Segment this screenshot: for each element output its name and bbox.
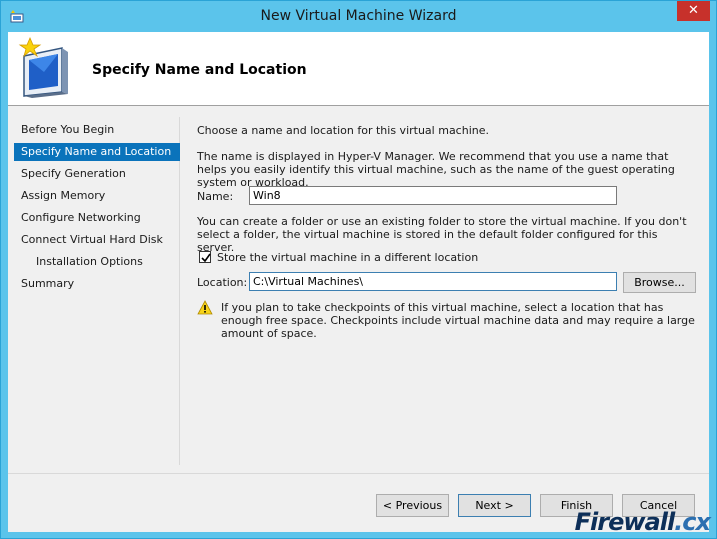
browse-button[interactable]: Browse... bbox=[623, 272, 696, 293]
intro-text: Choose a name and location for this virt… bbox=[197, 124, 489, 137]
location-label: Location: bbox=[197, 276, 248, 289]
checkmark-icon bbox=[201, 253, 211, 263]
name-input[interactable]: Win8 bbox=[249, 186, 617, 205]
virtual-machine-wizard-icon bbox=[18, 36, 68, 98]
wizard-window: New Virtual Machine Wizard ✕ Specify Nam… bbox=[0, 0, 717, 539]
store-location-checkbox[interactable] bbox=[199, 251, 211, 263]
nav-step-virtual-hard-disk[interactable]: Connect Virtual Hard Disk bbox=[14, 231, 180, 249]
wizard-client: Specify Name and Location Before You Beg… bbox=[8, 32, 709, 532]
wizard-header: Specify Name and Location bbox=[8, 32, 709, 106]
title-bar[interactable]: New Virtual Machine Wizard ✕ bbox=[1, 1, 716, 32]
name-label: Name: bbox=[197, 190, 234, 203]
location-input[interactable]: C:\Virtual Machines\ bbox=[249, 272, 617, 291]
nav-step-generation[interactable]: Specify Generation bbox=[14, 165, 180, 183]
close-button[interactable]: ✕ bbox=[677, 1, 710, 21]
page-title: Specify Name and Location bbox=[92, 62, 307, 78]
wizard-steps-nav: Before You Begin Specify Name and Locati… bbox=[14, 117, 180, 465]
nav-step-name-and-location[interactable]: Specify Name and Location bbox=[14, 143, 180, 161]
window-title: New Virtual Machine Wizard bbox=[260, 8, 457, 24]
nav-step-memory[interactable]: Assign Memory bbox=[14, 187, 180, 205]
store-location-label[interactable]: Store the virtual machine in a different… bbox=[217, 251, 478, 264]
name-description: The name is displayed in Hyper-V Manager… bbox=[197, 150, 675, 189]
folder-description: You can create a folder or use an existi… bbox=[197, 215, 687, 254]
nav-step-before-you-begin[interactable]: Before You Begin bbox=[14, 121, 180, 139]
firewall-cx-watermark: Firewall.cx bbox=[574, 508, 711, 536]
footer-separator bbox=[8, 473, 709, 474]
previous-button[interactable]: < Previous bbox=[376, 494, 449, 517]
nav-step-summary[interactable]: Summary bbox=[14, 275, 180, 293]
warning-icon bbox=[197, 300, 213, 315]
watermark-suffix: .cx bbox=[674, 508, 711, 536]
checkpoint-warning-text: If you plan to take checkpoints of this … bbox=[221, 301, 695, 340]
nav-step-networking[interactable]: Configure Networking bbox=[14, 209, 180, 227]
next-button[interactable]: Next > bbox=[458, 494, 531, 517]
watermark-main: Firewall bbox=[574, 508, 676, 536]
nav-step-installation-options[interactable]: Installation Options bbox=[14, 253, 180, 271]
